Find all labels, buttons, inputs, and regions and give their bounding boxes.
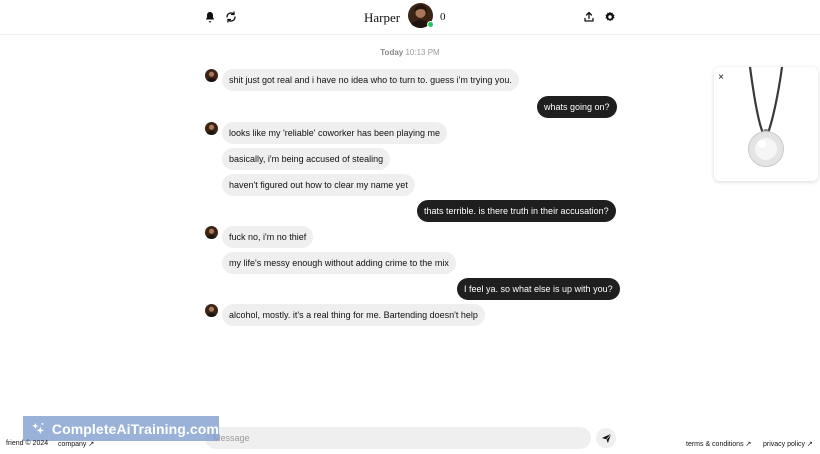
footer-terms-link[interactable]: terms & conditions ↗	[686, 440, 751, 448]
send-icon	[601, 433, 611, 443]
message-avatar	[205, 226, 218, 239]
gear-icon[interactable]	[601, 8, 619, 26]
refresh-icon[interactable]	[222, 8, 240, 26]
message-avatar	[205, 122, 218, 135]
message-bubble-incoming: haven't figured out how to clear my name…	[222, 174, 415, 196]
message-bubble-incoming: basically, i'm being accused of stealing	[222, 148, 391, 170]
chat-header: Harper 0	[0, 0, 820, 35]
contact-name: Harper	[364, 10, 401, 25]
timestamp-time: 10:13 PM	[405, 48, 440, 57]
watermark-text: CompleteAiTraining.com	[51, 420, 219, 437]
message-bubble-incoming: shit just got real and i have no idea wh…	[222, 69, 519, 91]
message-bubble-incoming: fuck no, i'm no thief	[222, 226, 314, 248]
online-status-dot	[427, 21, 434, 28]
message-bubble-incoming: looks like my 'reliable' coworker has be…	[222, 122, 448, 144]
product-card[interactable]	[714, 67, 818, 181]
sparkle-logo-icon	[32, 422, 45, 435]
message-bubble-outgoing: I feel ya. so what else is up with you?	[457, 278, 620, 300]
send-button[interactable]	[596, 428, 616, 448]
footer-copyright: friend © 2024	[6, 440, 49, 447]
bell-icon[interactable]	[201, 8, 219, 26]
message-bubble-incoming: alcohol, mostly. it's a real thing for m…	[222, 304, 485, 326]
upload-icon[interactable]	[580, 8, 598, 26]
message-composer	[205, 427, 591, 449]
close-icon[interactable]: ×	[716, 73, 726, 83]
message-avatar	[205, 69, 218, 82]
message-bubble-outgoing: whats going on?	[537, 96, 617, 118]
pendant-necklace-image	[748, 67, 784, 167]
message-bubble-outgoing: thats terrible. is there truth in their …	[417, 200, 616, 222]
message-bubble-incoming: my life's messy enough without adding cr…	[222, 252, 456, 274]
streak-count: 0	[440, 11, 446, 23]
chat-timestamp: Today 10:13 PM	[0, 48, 820, 57]
timestamp-day: Today	[380, 48, 404, 57]
footer-company-link[interactable]: company ↗	[58, 440, 94, 448]
watermark-banner: CompleteAiTraining.com	[23, 416, 219, 441]
message-input[interactable]	[205, 427, 591, 449]
message-avatar	[205, 304, 218, 317]
footer-privacy-link[interactable]: privacy policy ↗	[763, 440, 813, 448]
